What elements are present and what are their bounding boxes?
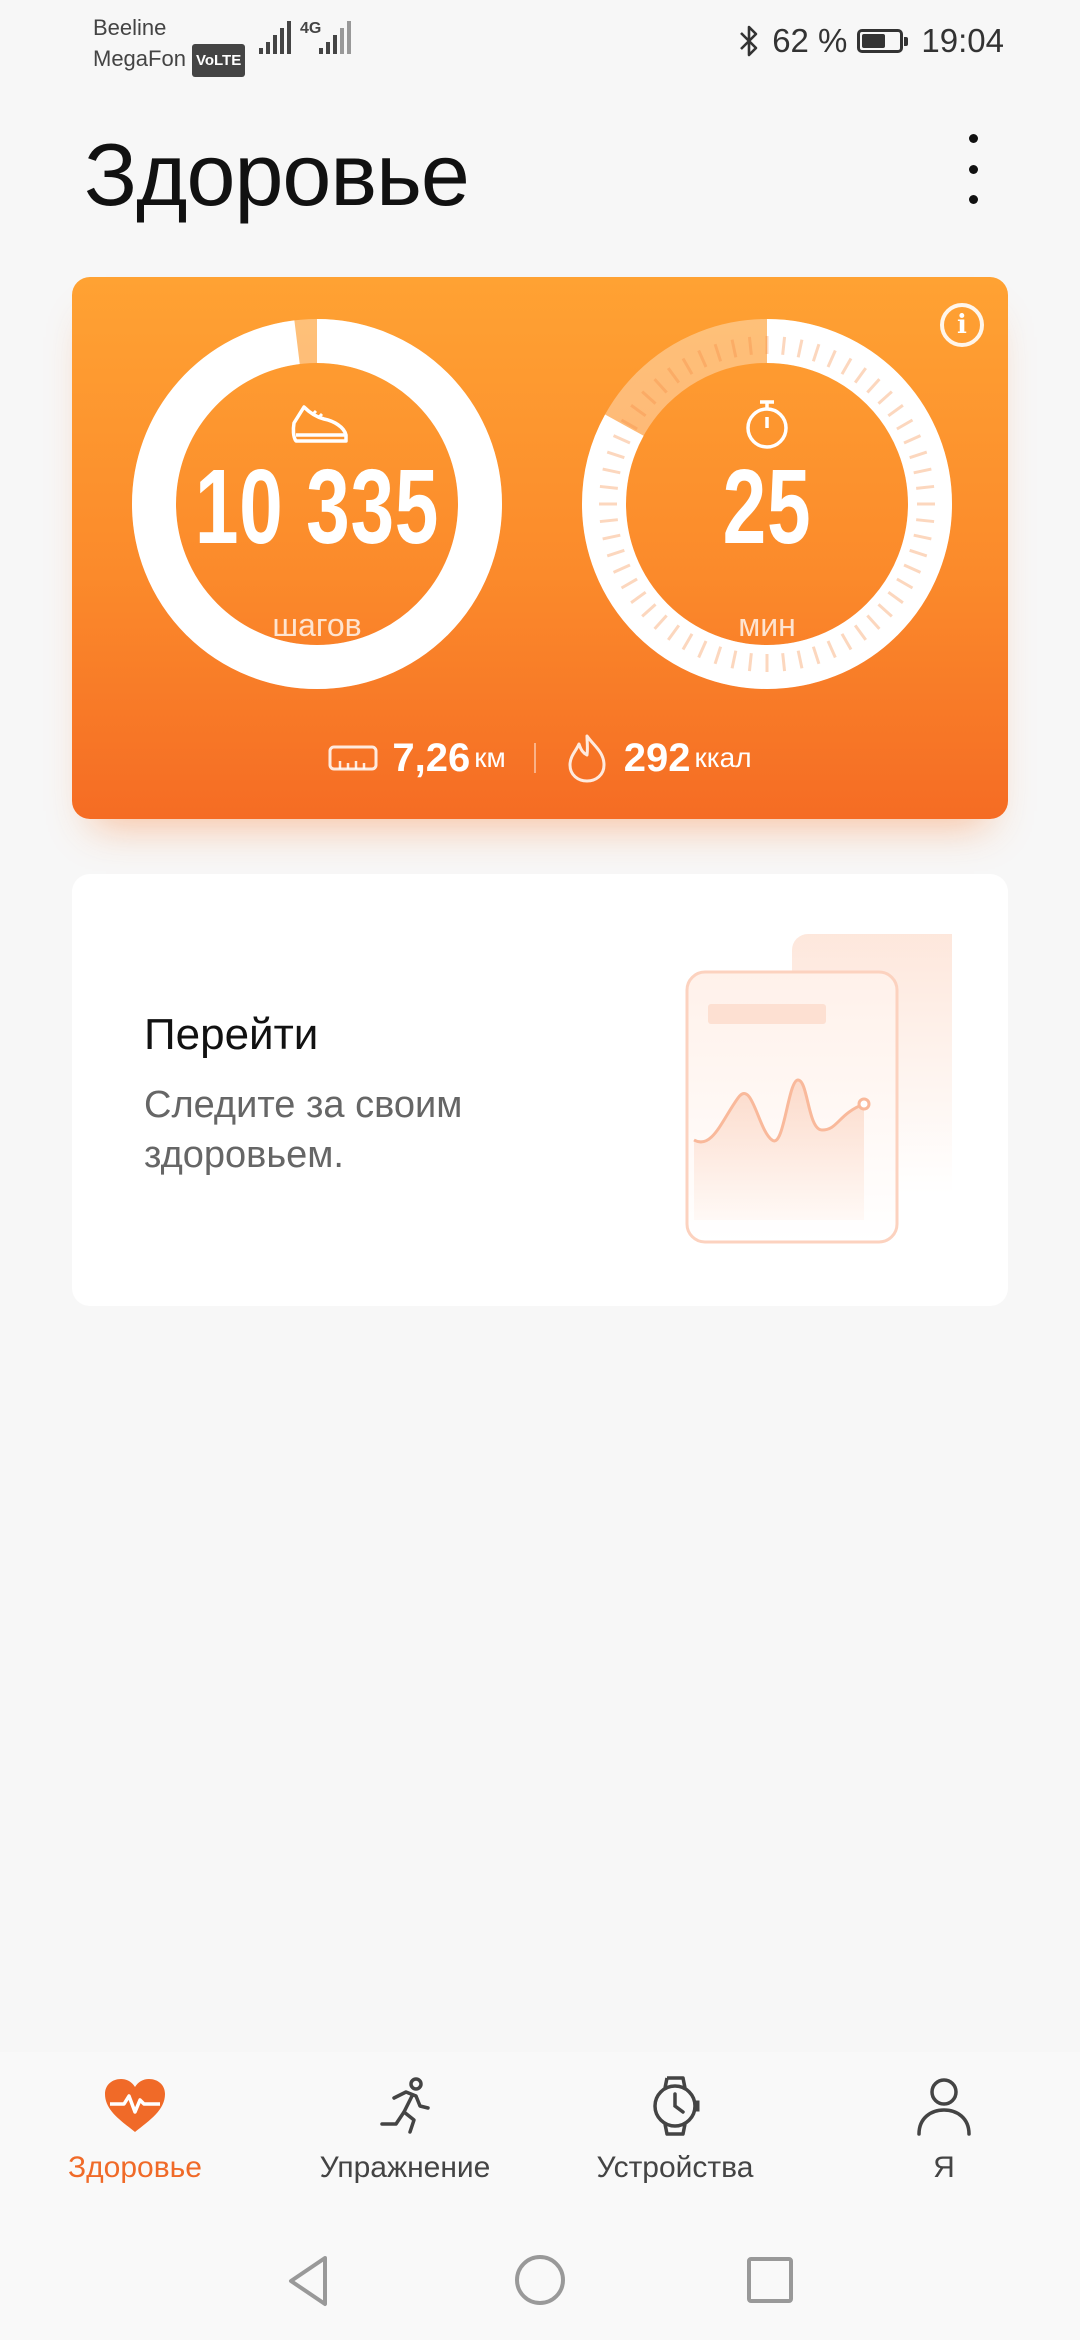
minutes-ring-tick [599, 518, 618, 524]
stats-divider [533, 743, 536, 773]
signal-strength-icon [259, 21, 291, 54]
calories-value: 292 [623, 735, 691, 780]
stopwatch-icon [746, 400, 788, 449]
system-navigation-bar [0, 2202, 1080, 2340]
battery-icon [857, 29, 909, 53]
minutes-ring-tick [916, 484, 935, 490]
steps-value: 10 335 [194, 448, 440, 566]
bluetooth-icon [740, 25, 758, 57]
signal-strength-2-icon [319, 21, 351, 54]
health-chart-illustration [685, 934, 952, 1244]
promo-subtitle: Следите за своим здоровьем. [144, 1084, 463, 1176]
home-icon[interactable] [514, 2254, 566, 2306]
more-options-button[interactable] [955, 134, 991, 204]
back-icon[interactable] [285, 2254, 333, 2308]
nav-me[interactable]: Я [834, 2076, 1054, 2185]
carrier-info: Beeline MegaFon VoLTE [93, 12, 246, 77]
minutes-unit: мин [738, 607, 796, 643]
more-dot-icon [968, 134, 978, 143]
battery-percent: 62 % [772, 22, 848, 59]
recents-icon[interactable] [746, 2256, 794, 2304]
nav-exercise-label: Упражнение [319, 2151, 491, 2184]
minutes-ring-tick [781, 336, 787, 355]
volte-badge: VoLTE [191, 43, 246, 77]
nav-devices[interactable]: Устройства [565, 2076, 785, 2185]
clock: 19:04 [921, 22, 1004, 59]
distance-stat: 7,26 км [328, 735, 506, 781]
minutes-ring-tick [916, 518, 935, 524]
minutes-value: 25 [722, 448, 812, 566]
running-icon [380, 2077, 430, 2134]
minutes-ring-tick [747, 653, 753, 672]
nav-health-label: Здоровье [68, 2151, 202, 2184]
battery-fill [862, 34, 885, 48]
go-to-health-card[interactable]: Перейти Следите за своим здоровьем. [72, 874, 1008, 1306]
steps-ring: 10 335 шагов [132, 319, 502, 689]
minutes-ring-tick [747, 336, 753, 355]
promo-title: Перейти [144, 1010, 319, 1059]
heart-pulse-icon [105, 2079, 165, 2132]
distance-value: 7,26 [392, 735, 471, 780]
nav-me-label: Я [933, 2151, 955, 2184]
ruler-icon [328, 745, 378, 771]
status-bar: Beeline MegaFon VoLTE 4G 62 % 19:04 [0, 0, 1080, 80]
activity-card[interactable]: i 10 335 шагов 25 мин 7,26 км 292 ккал [72, 277, 1008, 819]
nav-health[interactable]: Здоровье [25, 2076, 245, 2185]
bottom-navigation: Здоровье Упражнение Устройства Я [0, 2052, 1080, 2202]
minutes-ring-tick [599, 484, 618, 490]
minutes-ring-tick [781, 653, 787, 672]
minutes-ring: 25 мин [582, 319, 952, 689]
nav-exercise[interactable]: Упражнение [295, 2076, 515, 2185]
activity-stats: 7,26 км 292 ккал [72, 732, 1008, 784]
calories-stat: 292 ккал [564, 732, 752, 784]
flame-icon [568, 734, 606, 783]
carrier-1: Beeline [93, 15, 167, 40]
page-title: Здоровье [84, 125, 470, 224]
watch-icon [653, 2076, 700, 2136]
shoe-icon [291, 405, 348, 443]
calories-unit: ккал [694, 742, 752, 773]
person-icon [917, 2078, 971, 2136]
more-dot-icon [968, 195, 978, 204]
steps-unit: шагов [272, 607, 362, 643]
more-dot-icon [968, 164, 978, 174]
distance-unit: км [474, 742, 506, 773]
nav-devices-label: Устройства [596, 2151, 754, 2184]
carrier-2: MegaFon [93, 46, 186, 71]
